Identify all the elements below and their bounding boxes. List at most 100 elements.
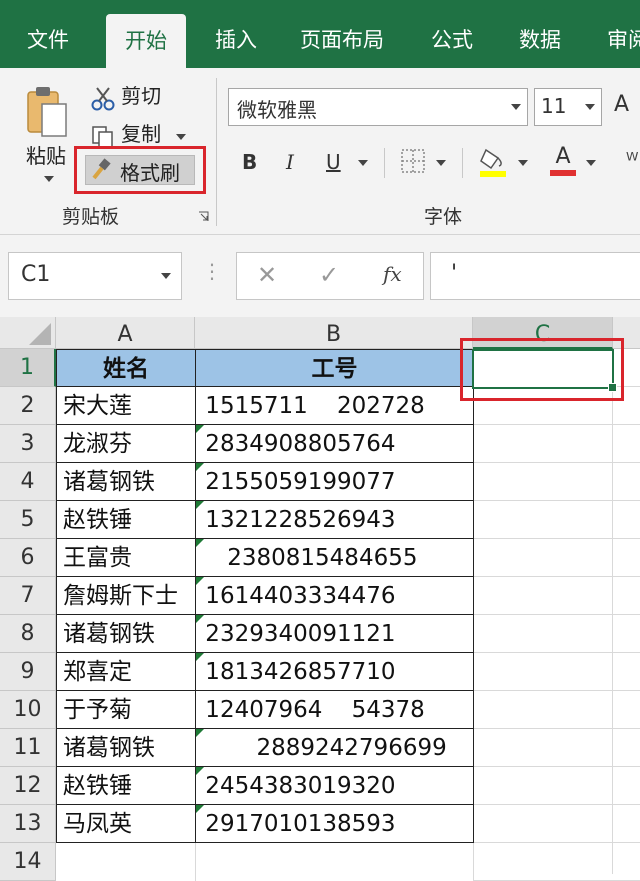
- row-header-8[interactable]: 8: [0, 615, 56, 653]
- font-size-dropdown[interactable]: 11: [534, 88, 602, 126]
- number-as-text-indicator-icon[interactable]: [196, 805, 204, 813]
- number-as-text-indicator-icon[interactable]: [196, 767, 204, 775]
- row-header-10[interactable]: 10: [0, 691, 56, 729]
- number-as-text-indicator-icon[interactable]: [196, 577, 204, 585]
- formula-input[interactable]: ': [430, 252, 640, 300]
- tab-formulas[interactable]: 公式: [416, 0, 488, 68]
- name-cell[interactable]: 宋大莲: [56, 387, 196, 425]
- id-cell[interactable]: 1813426857710: [195, 653, 474, 691]
- name-cell[interactable]: 龙淑芬: [56, 425, 196, 463]
- cut-button[interactable]: 剪切: [90, 80, 161, 112]
- borders-chevron-icon[interactable]: [436, 160, 446, 166]
- number-as-text-indicator-icon[interactable]: [196, 653, 204, 661]
- column-header-a[interactable]: A: [56, 317, 195, 349]
- number-as-text-indicator-icon[interactable]: [196, 463, 204, 471]
- row-header-11[interactable]: 11: [0, 729, 56, 767]
- tab-review[interactable]: 审阅: [592, 0, 640, 68]
- font-color-button[interactable]: A: [550, 144, 576, 176]
- number-as-text-indicator-icon[interactable]: [196, 729, 204, 737]
- gridline: [473, 614, 640, 615]
- id-cell[interactable]: 1614403334476: [195, 577, 474, 615]
- cancel-icon[interactable]: ✕: [257, 261, 277, 289]
- id-cell[interactable]: 2834908805764: [195, 425, 474, 463]
- row-header-12[interactable]: 12: [0, 767, 56, 805]
- copy-button[interactable]: 复制: [90, 118, 187, 150]
- paste-dropdown-icon[interactable]: [44, 176, 54, 182]
- cut-label: 剪切: [121, 84, 162, 108]
- name-cell[interactable]: 马凤英: [56, 805, 196, 843]
- name-cell[interactable]: 郑喜定: [56, 653, 196, 691]
- number-as-text-indicator-icon[interactable]: [196, 425, 204, 433]
- number-as-text-indicator-icon[interactable]: [196, 615, 204, 623]
- insert-function-icon[interactable]: fx: [383, 262, 402, 286]
- column-header-b[interactable]: B: [195, 317, 473, 349]
- tab-page-layout[interactable]: 页面布局: [286, 0, 398, 68]
- italic-button[interactable]: I: [286, 150, 294, 174]
- row-header-5[interactable]: 5: [0, 501, 56, 539]
- fill-color-chevron-icon[interactable]: [518, 160, 528, 166]
- increase-font-size-icon[interactable]: A: [614, 92, 629, 117]
- underline-button[interactable]: U: [326, 150, 341, 174]
- id-cell[interactable]: 2889242796699: [195, 729, 474, 767]
- number-as-text-indicator-icon[interactable]: [196, 501, 204, 509]
- id-cell[interactable]: 2454383019320: [195, 767, 474, 805]
- name-cell[interactable]: 诸葛钢铁: [56, 615, 196, 653]
- underline-chevron-icon[interactable]: [358, 160, 368, 166]
- fill-color-icon[interactable]: [478, 144, 508, 178]
- font-name-dropdown[interactable]: 微软雅黑: [228, 88, 528, 126]
- copy-dropdown-icon[interactable]: [176, 133, 187, 140]
- row-header-9[interactable]: 9: [0, 653, 56, 691]
- name-cell[interactable]: 赵铁锤: [56, 501, 196, 539]
- font-name-chevron-icon: [511, 104, 521, 110]
- name-cell[interactable]: 赵铁锤: [56, 767, 196, 805]
- row-header-13[interactable]: 13: [0, 805, 56, 843]
- name-cell[interactable]: 王富贵: [56, 539, 196, 577]
- row-header-14[interactable]: 14: [0, 843, 56, 881]
- font-size-value: 11: [541, 94, 567, 118]
- header-cell-id[interactable]: 工号: [195, 349, 474, 387]
- id-cell[interactable]: 2380815484655: [195, 539, 474, 577]
- gridline: [473, 424, 640, 425]
- paintbrush-icon: [92, 158, 111, 180]
- number-as-text-indicator-icon[interactable]: [196, 539, 204, 547]
- font-name-value: 微软雅黑: [237, 98, 317, 122]
- tab-file[interactable]: 文件: [12, 0, 84, 68]
- bold-button[interactable]: B: [242, 150, 257, 174]
- clipboard-launcher-icon[interactable]: [198, 211, 209, 222]
- font-color-chevron-icon[interactable]: [586, 160, 596, 166]
- row-header-4[interactable]: 4: [0, 463, 56, 501]
- row-header-7[interactable]: 7: [0, 577, 56, 615]
- name-cell[interactable]: 诸葛钢铁: [56, 463, 196, 501]
- id-cell[interactable]: 1515711 202728: [195, 387, 474, 425]
- enter-icon[interactable]: ✓: [319, 261, 339, 289]
- name-cell[interactable]: 詹姆斯下士: [56, 577, 196, 615]
- empty-cell[interactable]: [195, 843, 474, 881]
- row-header-6[interactable]: 6: [0, 539, 56, 577]
- id-cell[interactable]: 2917010138593: [195, 805, 474, 843]
- header-cell-name[interactable]: 姓名: [56, 349, 196, 387]
- font-color-swatch: [550, 170, 576, 176]
- name-cell[interactable]: 诸葛钢铁: [56, 729, 196, 767]
- spreadsheet-grid[interactable]: A B C 1 2 3 4 5 6 7 8 9 10 11 12 13 14 姓名 工号 宋大莲 151571…: [0, 317, 640, 881]
- row-header-2[interactable]: 2: [0, 387, 56, 425]
- empty-cell[interactable]: [56, 843, 196, 881]
- borders-icon[interactable]: [400, 148, 426, 174]
- id-cell[interactable]: 2155059199077: [195, 463, 474, 501]
- formula-bar-grip-icon: ⋮: [202, 259, 222, 283]
- name-box[interactable]: C1: [8, 252, 182, 300]
- select-all-corner[interactable]: [0, 317, 56, 349]
- format-painter-button[interactable]: 格式刷: [85, 155, 195, 185]
- ribbon-tab-bar: 文件 开始 插入 页面布局 公式 数据 审阅: [0, 0, 640, 68]
- row-header-1[interactable]: 1: [0, 349, 56, 387]
- tab-home[interactable]: 开始: [106, 14, 186, 68]
- id-cell[interactable]: 1321228526943: [195, 501, 474, 539]
- id-cell[interactable]: 2329340091121: [195, 615, 474, 653]
- tab-data[interactable]: 数据: [504, 0, 576, 68]
- phonetic-icon[interactable]: ᵂ: [626, 148, 638, 172]
- row-header-3[interactable]: 3: [0, 425, 56, 463]
- tab-insert[interactable]: 插入: [200, 0, 272, 68]
- font-color-icon: A: [555, 144, 571, 169]
- id-cell[interactable]: 12407964 54378: [195, 691, 474, 729]
- name-cell[interactable]: 于予菊: [56, 691, 196, 729]
- font-size-chevron-icon: [585, 104, 595, 110]
